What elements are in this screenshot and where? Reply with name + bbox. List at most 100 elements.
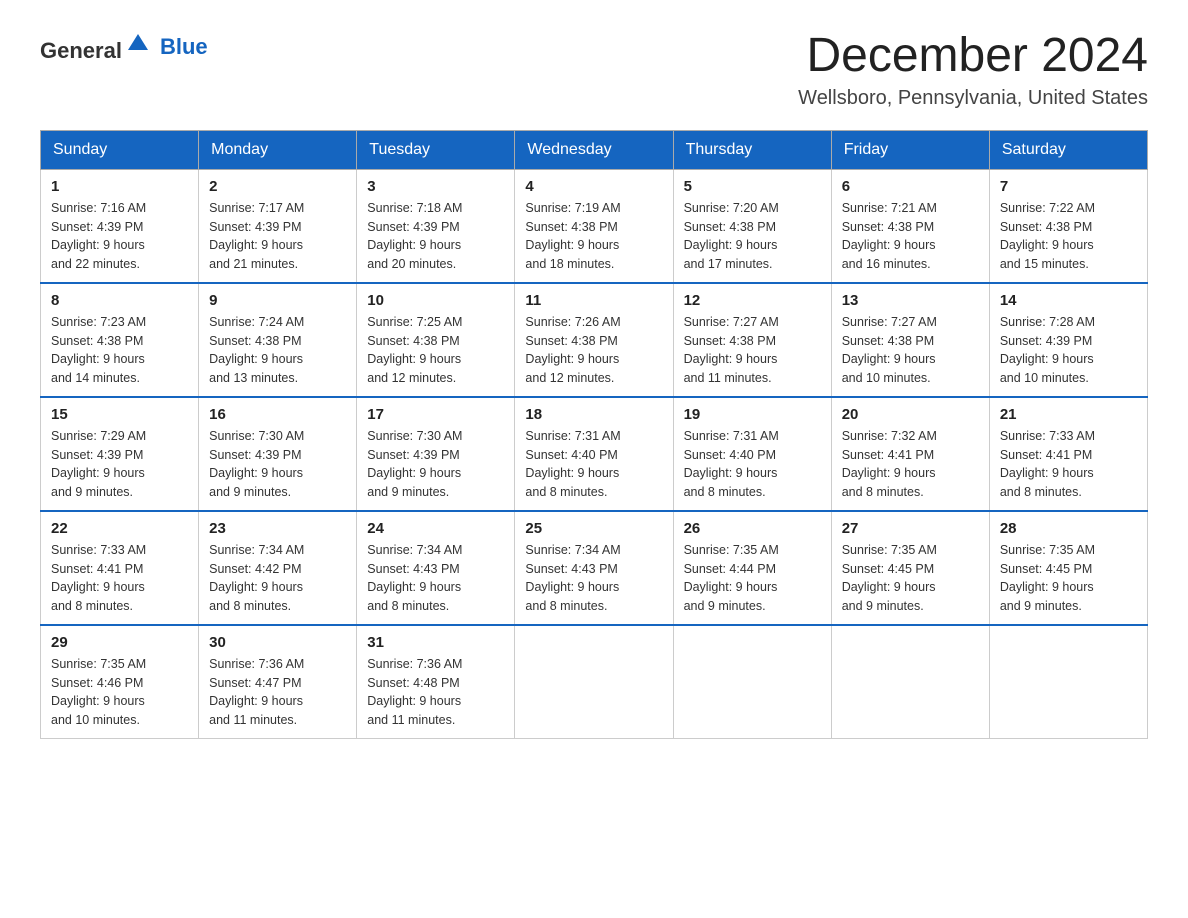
calendar-cell: 6 Sunrise: 7:21 AMSunset: 4:38 PMDaylight…: [831, 169, 989, 283]
calendar-cell: 14Sunrise: 7:28 AMSunset: 4:39 PMDayligh…: [989, 283, 1147, 397]
day-info: Sunrise: 7:33 AMSunset: 4:41 PMDaylight:…: [1000, 427, 1137, 502]
day-number: 1: [51, 178, 188, 195]
calendar-week-row: 29Sunrise: 7:35 AMSunset: 4:46 PMDayligh…: [41, 625, 1148, 739]
day-info: Sunrise: 7:36 AMSunset: 4:48 PMDaylight:…: [367, 655, 504, 730]
day-info: Sunrise: 7:27 AMSunset: 4:38 PMDaylight:…: [842, 313, 979, 388]
calendar-cell: 19 Sunrise: 7:31 AMSunset: 4:40 PMDayligh…: [673, 397, 831, 511]
day-info: Sunrise: 7:34 AMSunset: 4:43 PMDaylight:…: [525, 541, 662, 616]
calendar-day-header-wednesday: Wednesday: [515, 130, 673, 169]
calendar-week-row: 1 Sunrise: 7:16 AMSunset: 4:39 PMDaylight…: [41, 169, 1148, 283]
day-info: Sunrise: 7:20 AMSunset: 4:38 PMDaylight:…: [684, 199, 821, 274]
logo-blue: Blue: [160, 34, 208, 60]
calendar-cell: 13 Sunrise: 7:27 AMSunset: 4:38 PMDayligh…: [831, 283, 989, 397]
day-info: Sunrise: 7:30 AMSunset: 4:39 PMDaylight:…: [367, 427, 504, 502]
day-info: Sunrise: 7:35 AMSunset: 4:45 PMDaylight:…: [842, 541, 979, 616]
day-info: Sunrise: 7:34 AMSunset: 4:43 PMDaylight:…: [367, 541, 504, 616]
day-info: Sunrise: 7:30 AMSunset: 4:39 PMDaylight:…: [209, 427, 346, 502]
calendar-cell: 28Sunrise: 7:35 AMSunset: 4:45 PMDayligh…: [989, 511, 1147, 625]
calendar-cell: 29Sunrise: 7:35 AMSunset: 4:46 PMDayligh…: [41, 625, 199, 739]
title-block: December 2024 Wellsboro, Pennsylvania, U…: [798, 30, 1148, 110]
calendar-day-header-monday: Monday: [199, 130, 357, 169]
calendar-cell: 23 Sunrise: 7:34 AMSunset: 4:42 PMDayligh…: [199, 511, 357, 625]
day-info: Sunrise: 7:16 AMSunset: 4:39 PMDaylight:…: [51, 199, 188, 274]
day-number: 23: [209, 520, 346, 537]
day-info: Sunrise: 7:26 AMSunset: 4:38 PMDaylight:…: [525, 313, 662, 388]
calendar-cell: [989, 625, 1147, 739]
calendar-cell: 2Sunrise: 7:17 AMSunset: 4:39 PMDaylight…: [199, 169, 357, 283]
day-number: 6: [842, 178, 979, 195]
logo-text: General: [40, 30, 152, 64]
day-number: 25: [525, 520, 662, 537]
calendar-cell: 22 Sunrise: 7:33 AMSunset: 4:41 PMDayligh…: [41, 511, 199, 625]
day-number: 7: [1000, 178, 1137, 195]
calendar-day-header-saturday: Saturday: [989, 130, 1147, 169]
day-number: 12: [684, 292, 821, 309]
day-number: 27: [842, 520, 979, 537]
day-number: 19: [684, 406, 821, 423]
day-info: Sunrise: 7:21 AMSunset: 4:38 PMDaylight:…: [842, 199, 979, 274]
day-info: Sunrise: 7:34 AMSunset: 4:42 PMDaylight:…: [209, 541, 346, 616]
day-number: 4: [525, 178, 662, 195]
day-number: 21: [1000, 406, 1137, 423]
day-number: 30: [209, 634, 346, 651]
day-info: Sunrise: 7:24 AMSunset: 4:38 PMDaylight:…: [209, 313, 346, 388]
calendar-table: SundayMondayTuesdayWednesdayThursdayFrid…: [40, 130, 1148, 739]
day-info: Sunrise: 7:31 AMSunset: 4:40 PMDaylight:…: [684, 427, 821, 502]
calendar-cell: 21 Sunrise: 7:33 AMSunset: 4:41 PMDayligh…: [989, 397, 1147, 511]
calendar-cell: 26 Sunrise: 7:35 AMSunset: 4:44 PMDayligh…: [673, 511, 831, 625]
day-number: 28: [1000, 520, 1137, 537]
day-number: 22: [51, 520, 188, 537]
day-number: 20: [842, 406, 979, 423]
page-header: General Blue December 2024 Wellsboro, Pe…: [40, 30, 1148, 110]
day-number: 3: [367, 178, 504, 195]
day-info: Sunrise: 7:32 AMSunset: 4:41 PMDaylight:…: [842, 427, 979, 502]
calendar-cell: 8Sunrise: 7:23 AMSunset: 4:38 PMDaylight…: [41, 283, 199, 397]
day-number: 24: [367, 520, 504, 537]
calendar-cell: 9 Sunrise: 7:24 AMSunset: 4:38 PMDaylight…: [199, 283, 357, 397]
calendar-cell: 17 Sunrise: 7:30 AMSunset: 4:39 PMDayligh…: [357, 397, 515, 511]
day-number: 18: [525, 406, 662, 423]
day-number: 2: [209, 178, 346, 195]
day-number: 31: [367, 634, 504, 651]
calendar-cell: 18Sunrise: 7:31 AMSunset: 4:40 PMDayligh…: [515, 397, 673, 511]
calendar-day-header-sunday: Sunday: [41, 130, 199, 169]
day-number: 5: [684, 178, 821, 195]
logo: General Blue: [40, 30, 208, 64]
day-number: 9: [209, 292, 346, 309]
calendar-cell: [673, 625, 831, 739]
day-info: Sunrise: 7:18 AMSunset: 4:39 PMDaylight:…: [367, 199, 504, 274]
location-subtitle: Wellsboro, Pennsylvania, United States: [798, 87, 1148, 110]
calendar-header-row: SundayMondayTuesdayWednesdayThursdayFrid…: [41, 130, 1148, 169]
calendar-week-row: 15Sunrise: 7:29 AMSunset: 4:39 PMDayligh…: [41, 397, 1148, 511]
day-number: 13: [842, 292, 979, 309]
month-year-title: December 2024: [798, 30, 1148, 83]
calendar-cell: 16 Sunrise: 7:30 AMSunset: 4:39 PMDayligh…: [199, 397, 357, 511]
day-info: Sunrise: 7:22 AMSunset: 4:38 PMDaylight:…: [1000, 199, 1137, 274]
calendar-cell: 1 Sunrise: 7:16 AMSunset: 4:39 PMDaylight…: [41, 169, 199, 283]
calendar-cell: 15Sunrise: 7:29 AMSunset: 4:39 PMDayligh…: [41, 397, 199, 511]
calendar-cell: [515, 625, 673, 739]
calendar-day-header-thursday: Thursday: [673, 130, 831, 169]
calendar-cell: 3 Sunrise: 7:18 AMSunset: 4:39 PMDaylight…: [357, 169, 515, 283]
day-number: 16: [209, 406, 346, 423]
calendar-cell: 24 Sunrise: 7:34 AMSunset: 4:43 PMDayligh…: [357, 511, 515, 625]
day-info: Sunrise: 7:33 AMSunset: 4:41 PMDaylight:…: [51, 541, 188, 616]
calendar-cell: 11 Sunrise: 7:26 AMSunset: 4:38 PMDayligh…: [515, 283, 673, 397]
day-info: Sunrise: 7:19 AMSunset: 4:38 PMDaylight:…: [525, 199, 662, 274]
calendar-cell: 27 Sunrise: 7:35 AMSunset: 4:45 PMDayligh…: [831, 511, 989, 625]
day-info: Sunrise: 7:27 AMSunset: 4:38 PMDaylight:…: [684, 313, 821, 388]
logo-general: General: [40, 38, 122, 63]
day-number: 11: [525, 292, 662, 309]
calendar-cell: 30Sunrise: 7:36 AMSunset: 4:47 PMDayligh…: [199, 625, 357, 739]
calendar-day-header-tuesday: Tuesday: [357, 130, 515, 169]
day-number: 17: [367, 406, 504, 423]
day-info: Sunrise: 7:25 AMSunset: 4:38 PMDaylight:…: [367, 313, 504, 388]
day-info: Sunrise: 7:23 AMSunset: 4:38 PMDaylight:…: [51, 313, 188, 388]
calendar-cell: 4 Sunrise: 7:19 AMSunset: 4:38 PMDaylight…: [515, 169, 673, 283]
day-number: 26: [684, 520, 821, 537]
calendar-cell: 25 Sunrise: 7:34 AMSunset: 4:43 PMDayligh…: [515, 511, 673, 625]
day-info: Sunrise: 7:35 AMSunset: 4:44 PMDaylight:…: [684, 541, 821, 616]
day-info: Sunrise: 7:29 AMSunset: 4:39 PMDaylight:…: [51, 427, 188, 502]
calendar-cell: 7 Sunrise: 7:22 AMSunset: 4:38 PMDaylight…: [989, 169, 1147, 283]
calendar-cell: 20 Sunrise: 7:32 AMSunset: 4:41 PMDayligh…: [831, 397, 989, 511]
